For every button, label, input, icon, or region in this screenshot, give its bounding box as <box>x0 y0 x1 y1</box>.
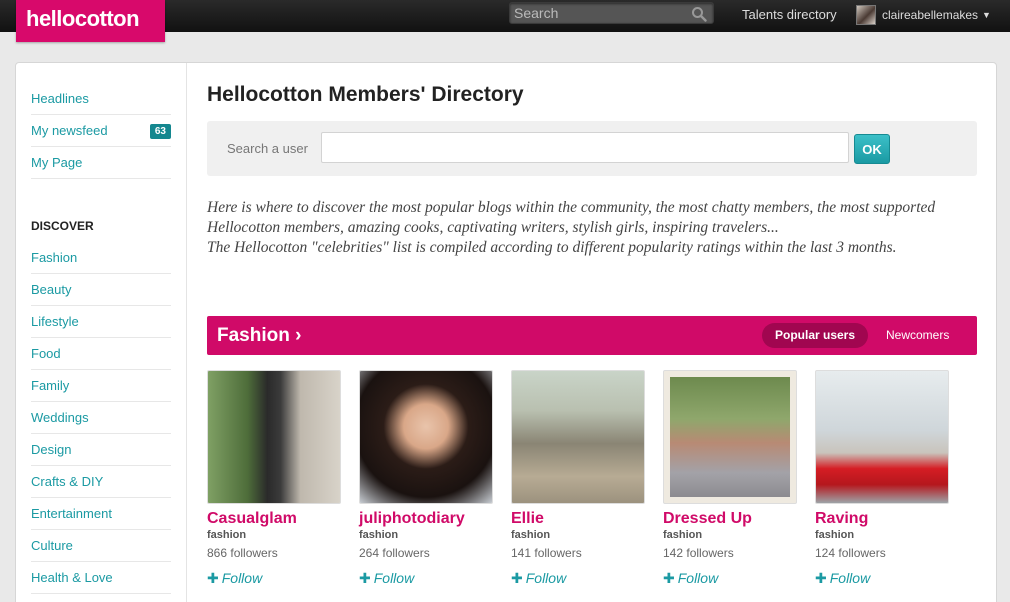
sidebar-item-label: My Page <box>31 155 83 170</box>
user-photo[interactable] <box>663 370 797 504</box>
ok-button[interactable]: OK <box>854 134 890 164</box>
user-card: Dressed Up fashion 142 followers ✚ Follow <box>663 370 799 587</box>
user-name-link[interactable]: Ellie <box>511 510 647 528</box>
plus-icon: ✚ <box>511 570 523 586</box>
sidebar-item-health-love[interactable]: Health & Love <box>31 562 171 594</box>
intro-line-1: Here is where to discover the most popul… <box>207 199 936 236</box>
user-followers: 264 followers <box>359 546 430 560</box>
global-search-input[interactable] <box>510 3 690 23</box>
search-user-label: Search a user <box>227 141 308 156</box>
user-name-link[interactable]: Dressed Up <box>663 510 799 528</box>
follow-label: Follow <box>525 570 567 586</box>
user-category: fashion <box>359 529 399 541</box>
sidebar-item-design[interactable]: Design <box>31 434 171 466</box>
plus-icon: ✚ <box>359 570 371 586</box>
sidebar: Headlines My newsfeed 63 My Page DISCOVER… <box>16 63 187 602</box>
user-followers: 866 followers <box>207 546 278 560</box>
user-followers: 124 followers <box>815 546 886 560</box>
sidebar-item-my-page[interactable]: My Page <box>31 147 171 179</box>
sidebar-item-entertainment[interactable]: Entertainment <box>31 498 171 530</box>
logo-text: hellocotton <box>26 6 140 31</box>
user-category: fashion <box>511 529 551 541</box>
follow-button[interactable]: ✚ Follow <box>207 570 343 587</box>
sidebar-item-food[interactable]: Food <box>31 338 171 370</box>
user-card: Casualglam fashion 866 followers ✚ Follow <box>207 370 343 587</box>
user-photo[interactable] <box>359 370 493 504</box>
follow-button[interactable]: ✚ Follow <box>815 570 951 587</box>
user-photo[interactable] <box>207 370 341 504</box>
intro-text: Here is where to discover the most popul… <box>207 198 967 258</box>
discover-heading: DISCOVER <box>31 219 94 233</box>
user-card: Ellie fashion 141 followers ✚ Follow <box>511 370 647 587</box>
follow-label: Follow <box>221 570 263 586</box>
follow-label: Follow <box>829 570 871 586</box>
tab-newcomers[interactable]: Newcomers <box>886 323 949 348</box>
user-name-link[interactable]: Casualglam <box>207 510 343 528</box>
sidebar-item-fashion[interactable]: Fashion <box>31 242 171 274</box>
follow-label: Follow <box>677 570 719 586</box>
username: claireabellemakes <box>882 8 979 22</box>
user-followers: 141 followers <box>511 546 582 560</box>
main-panel: Headlines My newsfeed 63 My Page DISCOVER… <box>15 62 997 602</box>
sidebar-item-weddings[interactable]: Weddings <box>31 402 171 434</box>
newsfeed-count-badge: 63 <box>149 124 171 139</box>
tab-popular-users[interactable]: Popular users <box>762 323 869 348</box>
user-search-bar: Search a user OK <box>207 121 977 176</box>
sidebar-item-beauty[interactable]: Beauty <box>31 274 171 306</box>
user-card: juliphotodiary fashion 264 followers ✚ Fo… <box>359 370 495 587</box>
logo[interactable]: hellocotton <box>16 0 165 42</box>
user-search-input[interactable] <box>321 132 849 163</box>
plus-icon: ✚ <box>663 570 675 586</box>
sidebar-item-crafts-diy[interactable]: Crafts & DIY <box>31 466 171 498</box>
sidebar-item-family[interactable]: Family <box>31 370 171 402</box>
fashion-section-header: Fashion › Popular users Newcomers <box>207 316 977 355</box>
sidebar-item-label: My newsfeed <box>31 123 108 138</box>
global-search[interactable] <box>509 2 714 24</box>
user-followers: 142 followers <box>663 546 734 560</box>
sidebar-item-headlines[interactable]: Headlines <box>31 83 171 115</box>
search-icon[interactable] <box>691 6 707 22</box>
chevron-down-icon: ▼ <box>982 10 991 20</box>
intro-line-2: The Hellocotton "celebrities" list is co… <box>207 239 897 256</box>
user-name-link[interactable]: juliphotodiary <box>359 510 495 528</box>
user-category: fashion <box>207 529 247 541</box>
sidebar-item-culture[interactable]: Culture <box>31 530 171 562</box>
polaroid-inner-photo <box>670 377 790 497</box>
user-name-link[interactable]: Raving <box>815 510 951 528</box>
plus-icon: ✚ <box>815 570 827 586</box>
avatar <box>856 5 876 25</box>
follow-button[interactable]: ✚ Follow <box>663 570 799 587</box>
user-menu[interactable]: claireabellemakes ▼ <box>856 4 991 26</box>
user-photo[interactable] <box>511 370 645 504</box>
user-category: fashion <box>815 529 855 541</box>
talents-directory-link[interactable]: Talents directory <box>742 7 837 22</box>
sidebar-item-newsfeed[interactable]: My newsfeed 63 <box>31 115 171 147</box>
user-card: Raving fashion 124 followers ✚ Follow <box>815 370 951 587</box>
section-title-link[interactable]: Fashion › <box>217 325 301 347</box>
page-title: Hellocotton Members' Directory <box>207 83 524 106</box>
user-category: fashion <box>663 529 703 541</box>
user-photo[interactable] <box>815 370 949 504</box>
sidebar-item-label: Headlines <box>31 91 89 106</box>
follow-button[interactable]: ✚ Follow <box>359 570 495 587</box>
plus-icon: ✚ <box>207 570 219 586</box>
follow-button[interactable]: ✚ Follow <box>511 570 647 587</box>
follow-label: Follow <box>373 570 415 586</box>
sidebar-item-lifestyle[interactable]: Lifestyle <box>31 306 171 338</box>
